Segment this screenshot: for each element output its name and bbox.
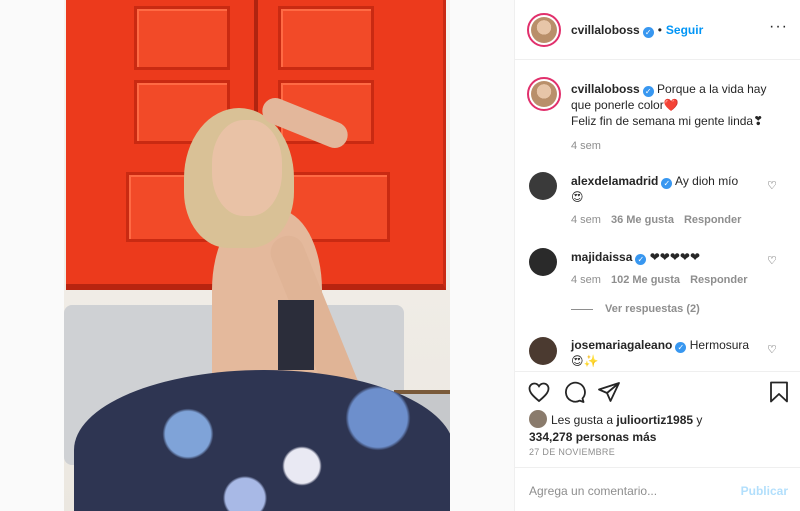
verified-icon: ✓ [642, 86, 654, 97]
comment-composer: Agrega un comentario... Publicar [515, 467, 800, 511]
comment-item: majidaissa ✓ ❤❤❤❤❤ [571, 250, 700, 265]
comment-icon[interactable] [562, 380, 586, 404]
reply-button[interactable]: Responder [690, 274, 747, 286]
heart-icon[interactable] [527, 380, 551, 404]
comment-like-icon[interactable]: ♡ [767, 254, 777, 267]
comment-item: josemariagaleano ✓ Hermosura 😍✨ [571, 338, 750, 368]
caption-avatar[interactable] [527, 77, 561, 111]
reply-button[interactable]: Responder [684, 214, 741, 226]
share-icon[interactable] [597, 380, 621, 404]
liker-username[interactable]: julioortiz1985 [616, 413, 693, 427]
follow-button[interactable]: Seguir [666, 23, 703, 37]
comment-meta: 4 sem 102 Me gusta Responder [571, 274, 748, 286]
comments-list: cvillaloboss ✓ Porque a la vida hay que p… [515, 61, 800, 371]
caption-text: cvillaloboss ✓ Porque a la vida hay que p… [571, 82, 767, 128]
verified-icon: ✓ [642, 27, 654, 38]
caption-username[interactable]: cvillaloboss [571, 82, 640, 96]
verified-icon: ✓ [635, 254, 647, 265]
post-date[interactable]: 27 DE NOVIEMBRE [529, 447, 615, 457]
post-actions: Les gusta a julioortiz1985 y 334,278 per… [515, 371, 800, 461]
comment-avatar[interactable] [529, 337, 557, 365]
comment-like-icon[interactable]: ♡ [767, 343, 777, 356]
comment-like-icon[interactable]: ♡ [767, 179, 777, 192]
post-button[interactable]: Publicar [741, 484, 788, 498]
post-photo[interactable] [64, 0, 450, 511]
comment-avatar[interactable] [529, 172, 557, 200]
bookmark-icon[interactable] [767, 380, 791, 404]
likes-summary: Les gusta a julioortiz1985 y 334,278 per… [529, 410, 702, 446]
comment-item: alexdelamadrid ✓ Ay dioh mío 😍 [571, 174, 739, 204]
likes-count[interactable]: 334,278 personas más [529, 430, 656, 444]
more-icon[interactable]: ··· [769, 18, 788, 36]
author-username[interactable]: cvillaloboss [571, 23, 640, 37]
comment-input[interactable]: Agrega un comentario... [529, 484, 657, 498]
verified-icon: ✓ [675, 342, 687, 353]
comment-avatar[interactable] [529, 248, 557, 276]
comment-meta: 4 sem 36 Me gusta Responder [571, 214, 742, 226]
post-sidebar: cvillaloboss ✓ • Seguir ··· cvillaloboss ✓ P… [515, 0, 800, 511]
liker-avatar[interactable] [529, 410, 547, 428]
post-header: cvillaloboss ✓ • Seguir ··· [515, 0, 800, 60]
caption-time[interactable]: 4 sem [571, 140, 601, 152]
verified-icon: ✓ [661, 178, 673, 189]
view-replies-button[interactable]: Ver respuestas (2) [605, 303, 700, 315]
author-avatar[interactable] [527, 13, 561, 47]
